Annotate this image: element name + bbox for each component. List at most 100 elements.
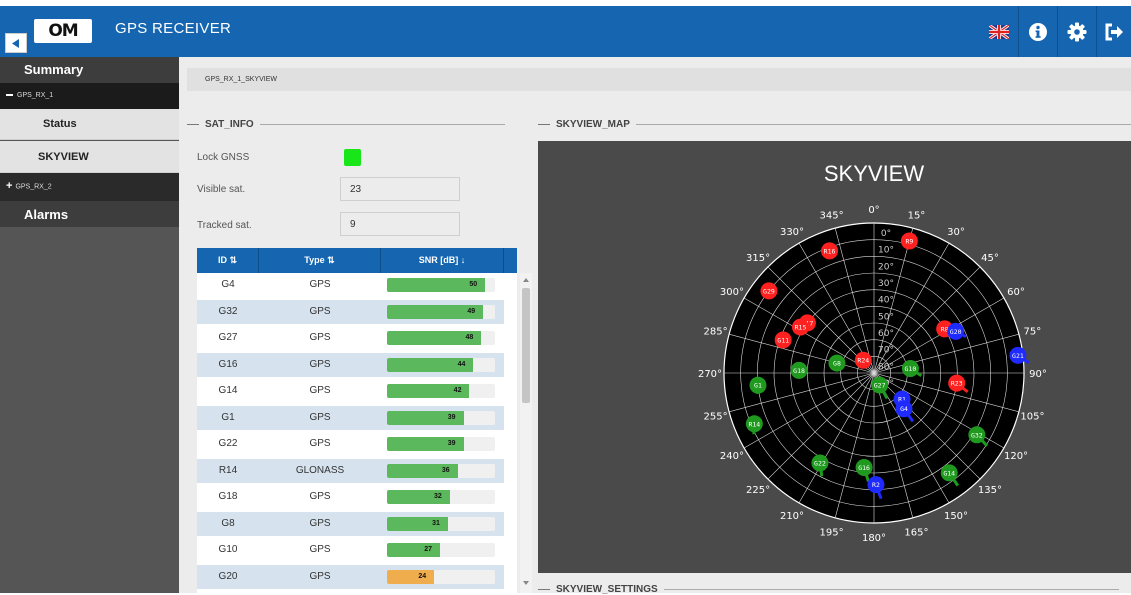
azimuth-label: 210°	[780, 511, 804, 522]
table-row[interactable]: G18GPS32	[197, 485, 504, 509]
table-row[interactable]: R14GLONASS36	[197, 459, 504, 483]
table-row[interactable]: G8GPS31	[197, 512, 504, 536]
snr-bar: 39	[387, 437, 495, 451]
column-header-type[interactable]: Type ⇅	[259, 248, 381, 273]
table-row[interactable]: G16GPS 44	[197, 353, 504, 377]
language-button[interactable]	[980, 6, 1018, 57]
sort-descending-icon: ↓	[461, 255, 466, 265]
azimuth-label: 90°	[1029, 369, 1047, 380]
snr-value: 32	[424, 490, 442, 504]
column-header-snr[interactable]: SNR [dB] ↓	[381, 248, 504, 273]
minus-icon	[6, 94, 13, 96]
snr-bar: 24	[387, 570, 495, 584]
sat-info-section-title: SAT_INFO	[187, 119, 505, 130]
table-row[interactable]: G1GPS39	[197, 406, 504, 430]
satellite-label: G14	[943, 469, 955, 477]
scroll-down-icon[interactable]	[520, 578, 532, 588]
azimuth-label: 330°	[780, 227, 804, 238]
cell-type: GPS	[259, 379, 381, 403]
elevation-label: 50°	[878, 312, 894, 322]
skyview-title: SKYVIEW	[824, 161, 924, 186]
cell-type: GPS	[259, 565, 381, 589]
elevation-label: 10°	[878, 246, 894, 256]
table-row[interactable]: G20GPS24	[197, 565, 504, 589]
satellite-label: R9	[905, 237, 913, 245]
azimuth-label: 120°	[1004, 451, 1028, 462]
sidebar-item-gps-rx-2[interactable]: +GPS_RX_2	[0, 173, 179, 201]
skyview-panel: SKYVIEW0°15°30°45°60°75°90°105°120°135°1…	[538, 141, 1131, 573]
azimuth-label: 165°	[904, 527, 928, 538]
sidebar-item-alarms[interactable]: Alarms	[0, 201, 179, 227]
satellite-label: G20	[950, 328, 962, 336]
table-row[interactable]: G32GPS49	[197, 300, 504, 324]
cell-type: GPS	[259, 512, 381, 536]
satellite-label: G11	[777, 336, 789, 344]
cell-type: GPS	[259, 326, 381, 350]
azimuth-label: 105°	[1020, 411, 1044, 422]
table-row[interactable]: G14GPS 42	[197, 379, 504, 403]
snr-value: 48	[455, 331, 473, 345]
cell-type: GPS	[259, 353, 381, 377]
satellite-label: G8	[833, 360, 841, 368]
sidebar-item-gps-rx-1[interactable]: GPS_RX_1	[0, 83, 179, 109]
azimuth-label: 75°	[1024, 327, 1042, 338]
skyview-settings-section-title: SKYVIEW_SETTINGS	[538, 584, 1119, 595]
skyview-polar-plot: SKYVIEW0°15°30°45°60°75°90°105°120°135°1…	[538, 141, 1131, 573]
sidebar-item-status[interactable]: Status	[0, 109, 179, 140]
elevation-label: 70°	[878, 346, 894, 356]
snr-bar: 44	[387, 358, 495, 372]
azimuth-label: 30°	[947, 227, 965, 238]
sidebar-item-summary[interactable]: Summary	[0, 57, 179, 83]
sidebar-item-skyview[interactable]: SKYVIEW	[0, 141, 179, 173]
logout-button[interactable]	[1097, 6, 1131, 57]
cell-id: G10	[197, 538, 259, 562]
azimuth-label: 15°	[908, 211, 926, 222]
snr-value: 50	[459, 278, 477, 292]
satellite-label: G32	[971, 431, 983, 439]
cell-type: GPS	[259, 538, 381, 562]
satellite-table: ID ⇅ Type ⇅ SNR [dB] ↓ G4GPS50G32GPS49G2…	[197, 248, 517, 593]
cell-type: GPS	[259, 485, 381, 509]
cell-id: G32	[197, 300, 259, 324]
snr-bar: 48	[387, 331, 495, 345]
scroll-up-icon[interactable]	[520, 275, 532, 285]
snr-bar: 39	[387, 411, 495, 425]
snr-value: 24	[408, 570, 426, 584]
column-header-id[interactable]: ID ⇅	[197, 248, 259, 273]
snr-value: 42	[443, 384, 461, 398]
table-row[interactable]: G4GPS50	[197, 273, 504, 297]
snr-bar: 36	[387, 464, 495, 478]
azimuth-label: 225°	[746, 485, 770, 496]
satellite-label: R24	[857, 357, 869, 365]
satellite-label: G4	[900, 405, 908, 413]
scroll-thumb[interactable]	[522, 288, 530, 403]
satellite-label: R16	[824, 247, 836, 255]
satellite-label: G18	[793, 367, 805, 375]
cell-id: G16	[197, 353, 259, 377]
snr-bar: 42	[387, 384, 495, 398]
azimuth-label: 315°	[746, 253, 770, 264]
cell-id: G14	[197, 379, 259, 403]
info-button[interactable]	[1019, 6, 1057, 57]
cell-type: GPS	[259, 432, 381, 456]
table-row[interactable]: G22GPS39	[197, 432, 504, 456]
azimuth-label: 60°	[1007, 287, 1025, 298]
table-scrollbar[interactable]	[520, 273, 532, 593]
azimuth-label: 345°	[820, 211, 844, 222]
snr-value: 39	[438, 437, 456, 451]
sidebar-item-label: GPS_RX_2	[15, 183, 51, 190]
azimuth-label: 270°	[698, 369, 722, 380]
table-row[interactable]: G27GPS48	[197, 326, 504, 350]
snr-value: 39	[438, 411, 456, 425]
satellite-label: G16	[858, 464, 870, 472]
visible-sat-label: Visible sat.	[197, 184, 245, 195]
azimuth-label: 300°	[720, 287, 744, 298]
collapse-sidebar-button[interactable]	[5, 33, 27, 53]
satellite-label: R23	[951, 380, 963, 388]
settings-button[interactable]	[1058, 6, 1096, 57]
snr-value: 44	[447, 358, 465, 372]
table-row[interactable]: G10GPS27	[197, 538, 504, 562]
azimuth-label: 0°	[868, 205, 879, 216]
azimuth-label: 255°	[704, 411, 728, 422]
logo: OM	[34, 19, 92, 43]
